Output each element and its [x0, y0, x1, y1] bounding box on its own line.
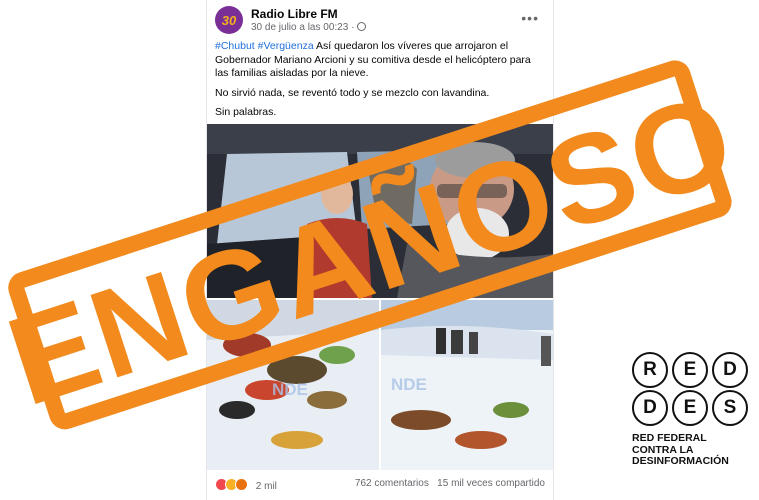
page-name[interactable]: Radio Libre FM	[251, 7, 338, 21]
post-footer: 2 mil 762 comentarios 15 mil veces compa…	[215, 478, 545, 496]
helicopter-photo[interactable]	[207, 124, 553, 298]
reaction-count: 2 mil	[255, 481, 277, 492]
logo-caption-line: RED FEDERAL	[632, 432, 707, 444]
angry-reaction-icon	[235, 478, 248, 491]
engagement-summary: 762 comentarios 15 mil veces compartido	[355, 478, 545, 489]
logo-letter: D	[712, 352, 748, 388]
reactions-summary[interactable]: 2 mil	[215, 478, 277, 492]
logo-letter: D	[632, 390, 668, 426]
watermark-text: NDE	[391, 375, 427, 394]
comments-count[interactable]: 762 comentarios	[355, 478, 429, 489]
watermark-text: NDE	[272, 380, 308, 399]
post-line-2: No sirvió nada, se reventó todo y se mez…	[215, 86, 490, 99]
page-avatar[interactable]: 30	[215, 6, 243, 34]
logo-caption: RED FEDERAL CONTRA LA DESINFORMACIÓN	[632, 432, 752, 468]
red-des-logo: R E D D E S RED FEDERAL CONTRA LA DESINF…	[632, 352, 752, 468]
logo-letter: S	[712, 390, 748, 426]
post-timestamp[interactable]: 30 de julio a las 00:23 ·	[251, 22, 354, 33]
logo-letter: E	[672, 352, 708, 388]
more-icon[interactable]: •••	[521, 10, 539, 26]
logo-letter: E	[672, 390, 708, 426]
post-header: 30 Radio Libre FM 30 de julio a las 00:2…	[215, 6, 545, 36]
hashtag-link[interactable]: #Chubut #Vergüenza	[215, 40, 314, 52]
food-in-snow-photo[interactable]: NDE	[207, 300, 379, 470]
facebook-post: 30 Radio Libre FM 30 de julio a las 00:2…	[206, 0, 554, 500]
shares-count[interactable]: 15 mil veces compartido	[437, 478, 545, 489]
globe-icon	[357, 22, 367, 31]
logo-caption-line: DESINFORMACIÓN	[632, 455, 729, 467]
post-line-3: Sin palabras.	[215, 106, 277, 118]
post-meta[interactable]: 30 de julio a las 00:23 ·	[251, 22, 367, 33]
logo-letter: R	[632, 352, 668, 388]
post-text: #Chubut #Vergüenza Así quedaron los víve…	[215, 40, 543, 126]
snow-field-photo[interactable]: NDE	[381, 300, 553, 470]
